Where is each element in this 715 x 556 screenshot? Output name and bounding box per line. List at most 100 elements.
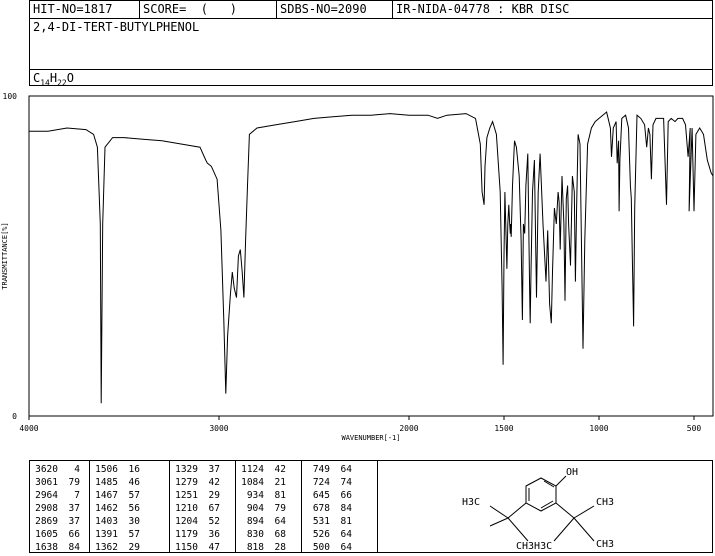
peak-transmittance: 81 <box>340 516 352 527</box>
peak-row: 1391 57 <box>90 528 169 541</box>
peak-transmittance: 67 <box>208 503 220 514</box>
ch3-label-bottom: CH3 <box>596 539 614 550</box>
peak-wavenumber: 1462 <box>95 503 118 514</box>
y-axis-label: TRANSMITTANCE[%] <box>1 222 9 289</box>
peak-column: 3620 4 3061 79 2964 7 2908 37 2869 37 1605 66 1638 84 <box>30 461 90 553</box>
peak-transmittance: 64 <box>340 529 352 540</box>
peak-row: 724 74 <box>302 476 377 489</box>
peak-row: 818 28 <box>236 541 301 554</box>
peak-transmittance: 84 <box>68 542 80 553</box>
peak-transmittance: 57 <box>128 490 140 501</box>
peak-transmittance: 37 <box>68 503 80 514</box>
peak-transmittance: 79 <box>68 477 80 488</box>
peak-row: 749 64 <box>302 463 377 476</box>
peak-transmittance: 74 <box>340 477 352 488</box>
header-row: HIT-NO=1817 SCORE= ( ) SDBS-NO=2090 IR-N… <box>30 1 712 19</box>
peak-transmittance: 30 <box>128 516 140 527</box>
peak-table: 3620 4 3061 79 2964 7 2908 37 2869 37 1605 66 1638 84… <box>29 460 713 553</box>
plot-frame <box>28 95 714 417</box>
ch3-label-top: CH3 <box>596 497 614 508</box>
peak-wavenumber: 1084 <box>241 477 264 488</box>
peak-transmittance: 36 <box>208 529 220 540</box>
peak-wavenumber: 500 <box>312 542 330 553</box>
peak-transmittance: 79 <box>274 503 286 514</box>
peak-row: 1279 42 <box>170 476 235 489</box>
peak-wavenumber: 724 <box>312 477 330 488</box>
peak-wavenumber: 749 <box>312 464 330 475</box>
peak-row: 1084 21 <box>236 476 301 489</box>
peak-row: 894 64 <box>236 515 301 528</box>
chemical-structure: OH H3C CH3 CH3 CH3H3C <box>378 461 712 552</box>
peak-row: 2908 37 <box>30 502 89 515</box>
peak-wavenumber: 934 <box>246 490 264 501</box>
peak-row: 2964 7 <box>30 489 89 502</box>
x-tick-label: 3000 <box>209 424 228 433</box>
x-tick-label: 500 <box>687 424 702 433</box>
peak-row: 1467 57 <box>90 489 169 502</box>
peak-transmittance: 29 <box>128 542 140 553</box>
peak-wavenumber: 1124 <box>241 464 264 475</box>
peak-wavenumber: 1362 <box>95 542 118 553</box>
peak-transmittance: 7 <box>74 490 80 501</box>
peak-row: 1179 36 <box>170 528 235 541</box>
peak-row: 1362 29 <box>90 541 169 554</box>
y-tick-label: 0 <box>12 412 17 421</box>
peak-wavenumber: 526 <box>312 529 330 540</box>
peak-transmittance: 16 <box>128 464 140 475</box>
peak-transmittance: 66 <box>68 529 80 540</box>
y-tick-label: 100 <box>3 92 18 101</box>
peak-transmittance: 37 <box>208 464 220 475</box>
peak-wavenumber: 894 <box>246 516 264 527</box>
peak-column: 1329 37 1279 42 1251 29 1210 67 1204 52 1179 36 1150… <box>170 461 236 554</box>
peak-wavenumber: 1251 <box>175 490 198 501</box>
peak-row: 1506 16 <box>90 463 169 476</box>
h3c-label: H3C <box>462 497 480 508</box>
peak-wavenumber: 1506 <box>95 464 118 475</box>
peak-transmittance: 21 <box>274 477 286 488</box>
ir-spectrum-chart: 4000 3000 2000 1500 1000 500 0 100 WAVENUMBER[-1… <box>1 92 714 442</box>
peak-wavenumber: 1279 <box>175 477 198 488</box>
peak-transmittance: 42 <box>208 477 220 488</box>
peak-row: 3620 4 <box>30 463 89 476</box>
peak-row: 1605 66 <box>30 528 89 541</box>
peak-row: 1485 46 <box>90 476 169 489</box>
peak-row: 1150 47 <box>170 541 235 554</box>
peak-transmittance: 64 <box>340 464 352 475</box>
peak-transmittance: 28 <box>274 542 286 553</box>
peak-row: 1403 30 <box>90 515 169 528</box>
peak-wavenumber: 1485 <box>95 477 118 488</box>
peak-row: 531 81 <box>302 515 377 528</box>
x-tick-label: 2000 <box>399 424 418 433</box>
peak-wavenumber: 3061 <box>35 477 58 488</box>
peak-wavenumber: 1403 <box>95 516 118 527</box>
peak-row: 2869 37 <box>30 515 89 528</box>
peak-wavenumber: 1210 <box>175 503 198 514</box>
peak-row: 526 64 <box>302 528 377 541</box>
peak-row: 1462 56 <box>90 502 169 515</box>
peak-row: 830 68 <box>236 528 301 541</box>
peak-transmittance: 29 <box>208 490 220 501</box>
peak-column: 749 64 724 74 645 66 678 84 531 81 526 64 500 64 <box>302 461 378 553</box>
peak-row: 904 79 <box>236 502 301 515</box>
peak-row: 1210 67 <box>170 502 235 515</box>
peak-wavenumber: 645 <box>312 490 330 501</box>
peak-transmittance: 68 <box>274 529 286 540</box>
transmittance-line <box>29 111 714 404</box>
spectrum-header: HIT-NO=1817 SCORE= ( ) SDBS-NO=2090 IR-N… <box>29 0 713 87</box>
peak-row: 1329 37 <box>170 463 235 476</box>
peak-wavenumber: 678 <box>312 503 330 514</box>
bottom-methyl-labels: CH3H3C <box>516 541 552 552</box>
peak-column: 1124 42 1084 21 934 81 904 79 894 64 830 68 818 28 <box>236 461 302 554</box>
peak-wavenumber: 1605 <box>35 529 58 540</box>
peak-row: 3061 79 <box>30 476 89 489</box>
peak-wavenumber: 2964 <box>35 490 58 501</box>
score: SCORE= ( ) <box>140 1 277 18</box>
divider <box>30 69 712 70</box>
peak-wavenumber: 818 <box>246 542 264 553</box>
peak-row: 1204 52 <box>170 515 235 528</box>
peak-wavenumber: 1204 <box>175 516 198 527</box>
peak-transmittance: 46 <box>128 477 140 488</box>
peak-row: 934 81 <box>236 489 301 502</box>
peak-wavenumber: 2908 <box>35 503 58 514</box>
peak-transmittance: 64 <box>340 542 352 553</box>
